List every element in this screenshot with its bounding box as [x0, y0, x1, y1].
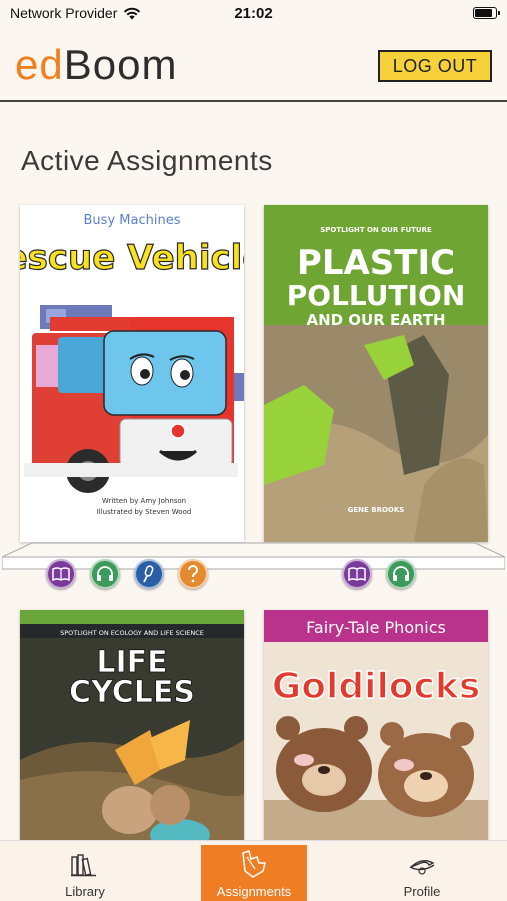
battery-icon — [473, 7, 500, 19]
svg-text:AND OUR EARTH: AND OUR EARTH — [306, 311, 445, 329]
book-shelf — [2, 542, 505, 570]
bottom-tab-bar: Library Assignments Profile — [0, 840, 507, 901]
svg-text:Illustrated by Steven Wood: Illustrated by Steven Wood — [97, 508, 192, 516]
status-bar: Network Provider 21:02 — [0, 0, 507, 28]
quiz-icon[interactable] — [178, 559, 208, 589]
book-cover-goldilocks[interactable]: Fairy-Tale Phonics Goldilocks — [264, 610, 488, 850]
listen-icon[interactable] — [386, 559, 416, 589]
tab-profile-label: Profile — [403, 884, 441, 899]
tab-library[interactable]: Library — [30, 841, 140, 901]
library-books-icon — [71, 854, 96, 877]
tab-library-label: Library — [65, 884, 105, 899]
tab-assignments[interactable]: Assignments — [201, 845, 307, 901]
book-cover-life-cycles[interactable]: SPOTLIGHT ON ECOLOGY AND LIFE SCIENCE LI… — [20, 610, 244, 850]
profile-hat-icon — [409, 860, 435, 875]
tab-profile[interactable]: Profile — [367, 841, 477, 901]
read-icon[interactable] — [46, 559, 76, 589]
record-icon[interactable] — [134, 559, 164, 589]
book-cover-plastic-pollution[interactable]: SPOTLIGHT ON OUR FUTURE PLASTIC POLLUTIO… — [264, 205, 488, 542]
book-cover-rescue-vehicles[interactable]: Busy Machines Rescue Vehicles Written by… — [20, 205, 244, 542]
svg-text:SPOTLIGHT ON OUR FUTURE: SPOTLIGHT ON OUR FUTURE — [320, 226, 432, 234]
svg-text:Goldilocks: Goldilocks — [272, 666, 481, 707]
listen-icon[interactable] — [90, 559, 120, 589]
goldilocks-cover-art: Fairy-Tale Phonics Goldilocks — [264, 610, 488, 850]
svg-text:GENE BROOKS: GENE BROOKS — [348, 506, 405, 514]
svg-text:Fairy-Tale Phonics: Fairy-Tale Phonics — [306, 618, 446, 637]
page-title: Active Assignments — [21, 145, 273, 176]
tab-assignments-label: Assignments — [216, 884, 292, 899]
rescue-vehicles-cover-art: Busy Machines Rescue Vehicles Written by… — [20, 205, 244, 542]
plastic-pollution-cover-art: SPOTLIGHT ON OUR FUTURE PLASTIC POLLUTIO… — [264, 205, 488, 542]
svg-text:Rescue Vehicles: Rescue Vehicles — [20, 238, 244, 278]
svg-text:Written by Amy Johnson: Written by Amy Johnson — [102, 497, 186, 505]
svg-text:CYCLES: CYCLES — [69, 675, 195, 710]
edboom-logo: edBoom — [15, 41, 178, 88]
svg-text:PLASTIC: PLASTIC — [297, 243, 455, 283]
clock: 21:02 — [234, 5, 273, 22]
svg-text:Busy Machines: Busy Machines — [84, 213, 181, 228]
assignments-hand-icon — [242, 850, 266, 878]
svg-text:SPOTLIGHT ON ECOLOGY AND LIFE: SPOTLIGHT ON ECOLOGY AND LIFE SCIENCE — [60, 629, 204, 637]
life-cycles-cover-art: SPOTLIGHT ON ECOLOGY AND LIFE SCIENCE LI… — [20, 610, 244, 850]
app-header: edBoom LOG OUT — [0, 28, 507, 102]
logout-button[interactable]: LOG OUT — [378, 50, 492, 82]
read-icon[interactable] — [342, 559, 372, 589]
svg-text:POLLUTION: POLLUTION — [287, 279, 466, 312]
